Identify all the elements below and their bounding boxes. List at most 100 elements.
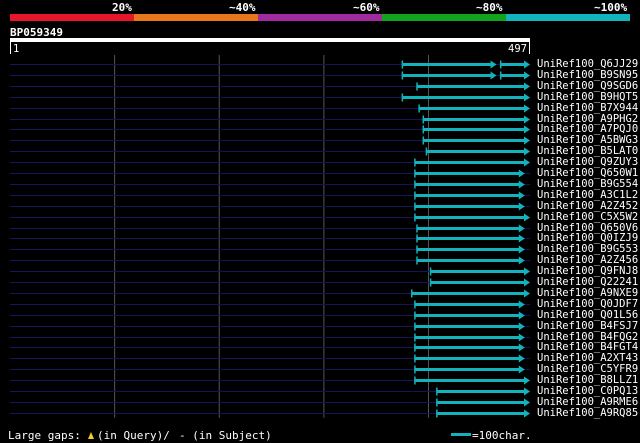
hit-bar: [436, 401, 526, 404]
hit-bar: [411, 292, 526, 295]
hit-bar: [402, 63, 493, 66]
hit-bar: [414, 216, 526, 219]
hit-bar-arrow: [518, 311, 525, 320]
query-gap-text: (in Query)/: [97, 429, 170, 442]
scale-bar-icon: [451, 433, 471, 436]
hit-label[interactable]: UniRef100_A2Z456: [537, 254, 638, 266]
hit-bar-arrow: [518, 322, 525, 331]
hit-bar-arrow: [524, 387, 530, 396]
hit-bar: [414, 303, 521, 306]
hit-bar-arrow: [524, 289, 530, 298]
hit-bar-arrow: [524, 398, 530, 407]
hit-label[interactable]: UniRef100_B9HQT5: [537, 91, 638, 103]
hit-label[interactable]: UniRef100_B5LAT0: [537, 145, 638, 157]
hit-label[interactable]: UniRef100_A2Z452: [537, 200, 638, 212]
hit-bar: [414, 314, 521, 317]
hit-bar: [430, 270, 526, 273]
scale-text: =100char.: [472, 429, 532, 442]
hit-label[interactable]: UniRef100_Q22241: [537, 276, 638, 288]
query-end-label: 497: [508, 43, 527, 55]
hit-bar: [414, 379, 526, 382]
hit-bar-arrow: [524, 136, 530, 145]
hit-bar: [423, 128, 526, 131]
hit-label[interactable]: UniRef100_Q9FNJ8: [537, 265, 638, 277]
hit-bar-arrow: [518, 256, 525, 265]
hit-label[interactable]: UniRef100_A2XT43: [537, 352, 638, 364]
hit-bar: [414, 161, 526, 164]
hit-bar: [402, 74, 493, 77]
hit-bar: [430, 281, 526, 284]
hit-bar: [436, 390, 526, 393]
hit-label[interactable]: UniRef100_B7X944: [537, 102, 638, 114]
hit-bar-arrow: [518, 234, 525, 243]
hit-bar: [423, 139, 526, 142]
hit-label[interactable]: UniRef100_A7PQJ0: [537, 123, 638, 135]
hit-label[interactable]: UniRef100_Q9SGD6: [537, 80, 638, 92]
hit-bar-arrow: [524, 125, 530, 134]
hit-label[interactable]: UniRef100_B8LLZ1: [537, 374, 638, 386]
hit-label[interactable]: UniRef100_B9G553: [537, 243, 638, 255]
hit-bar-arrow: [524, 115, 530, 124]
hit-bar-arrow: [518, 169, 525, 178]
query-ruler-bar: [10, 38, 530, 42]
hit-bar: [417, 227, 521, 230]
hit-bar-arrow: [518, 180, 525, 189]
hit-label[interactable]: UniRef100_A9NXE9: [537, 287, 638, 299]
hit-bar: [414, 346, 521, 349]
hit-bar: [414, 357, 521, 360]
hit-bar-arrow: [518, 365, 525, 374]
hit-bar-arrow: [518, 333, 525, 342]
hit-label[interactable]: UniRef100_B9SN95: [537, 69, 638, 81]
hit-bar-arrow: [490, 60, 497, 69]
hit-label[interactable]: UniRef100_Q9ZUY3: [537, 156, 638, 168]
hit-label[interactable]: UniRef100_A3C1L2: [537, 189, 638, 201]
large-gaps-label: Large gaps:: [8, 429, 81, 442]
hit-bar-arrow: [518, 191, 525, 200]
hit-bar: [417, 85, 526, 88]
hit-bar: [417, 259, 521, 262]
hit-bar: [500, 74, 526, 77]
hit-bar-arrow: [524, 409, 530, 418]
hit-bar-arrow: [524, 93, 530, 102]
hit-label[interactable]: UniRef100_Q0JDF7: [537, 298, 638, 310]
hit-bar-arrow: [524, 376, 530, 385]
hit-bar-arrow: [518, 224, 525, 233]
hit-label[interactable]: UniRef100_A9RQ85: [537, 407, 638, 419]
hit-bar: [402, 96, 526, 99]
subject-gap-text: - (in Subject): [179, 429, 272, 442]
hit-bar-arrow: [490, 71, 497, 80]
hit-bar: [423, 118, 526, 121]
hit-label[interactable]: UniRef100_C5X5W2: [537, 211, 638, 223]
hit-label[interactable]: UniRef100_A5BWG3: [537, 134, 638, 146]
hit-bar: [417, 237, 521, 240]
hit-label[interactable]: UniRef100_Q6JJ29: [537, 58, 638, 70]
hit-label[interactable]: UniRef100_B4FSJ7: [537, 320, 638, 332]
hit-bar: [500, 63, 526, 66]
hit-bar-arrow: [518, 245, 525, 254]
hit-label[interactable]: UniRef100_Q0IZJ9: [537, 232, 638, 244]
hit-bar-arrow: [524, 147, 530, 156]
hit-bar-arrow: [524, 60, 530, 69]
hit-bar-arrow: [524, 71, 530, 80]
hit-label[interactable]: UniRef100_A9RME6: [537, 396, 638, 408]
hit-bar-arrow: [518, 300, 525, 309]
hit-bar: [414, 325, 521, 328]
hit-label[interactable]: UniRef100_B9G554: [537, 178, 638, 190]
query-gap-icon: [88, 432, 94, 439]
hit-bar: [414, 183, 521, 186]
query-start-label: 1: [13, 43, 19, 55]
hit-bar: [414, 194, 521, 197]
hit-bar-arrow: [524, 104, 530, 113]
hit-bar-arrow: [518, 343, 525, 352]
hit-label[interactable]: UniRef100_Q650W1: [537, 167, 638, 179]
hit-bar: [419, 107, 526, 110]
hit-bar-arrow: [518, 354, 525, 363]
hit-bar-arrow: [524, 213, 530, 222]
hit-bar: [414, 336, 521, 339]
hit-label[interactable]: UniRef100_C0PQ13: [537, 385, 638, 397]
hit-label[interactable]: UniRef100_C5YFR9: [537, 363, 638, 375]
hit-bar-arrow: [518, 202, 525, 211]
hit-label[interactable]: UniRef100_B4FGT4: [537, 341, 638, 353]
hit-label[interactable]: UniRef100_Q01L56: [537, 309, 638, 321]
hit-bar-arrow: [524, 267, 530, 276]
